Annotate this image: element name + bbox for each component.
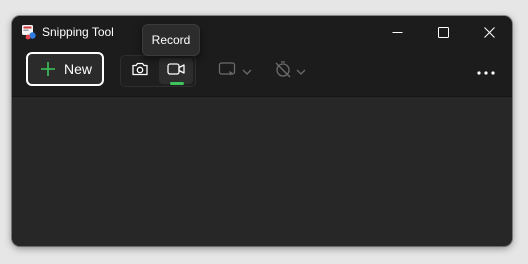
title-bar[interactable]: Snipping Tool bbox=[12, 16, 512, 48]
new-button-label: New bbox=[64, 61, 93, 77]
chevron-down-icon bbox=[242, 62, 252, 80]
video-camera-icon bbox=[167, 62, 185, 81]
capture-mode-toggle bbox=[120, 55, 196, 87]
more-options-icon bbox=[477, 62, 495, 80]
screenshot-mode-button[interactable] bbox=[123, 58, 157, 84]
maximize-button[interactable] bbox=[420, 16, 466, 48]
plus-icon bbox=[40, 61, 56, 77]
record-mode-button[interactable] bbox=[159, 58, 193, 85]
close-icon bbox=[483, 26, 495, 38]
close-button[interactable] bbox=[466, 16, 512, 48]
minimize-button[interactable] bbox=[374, 16, 420, 48]
delay-dropdown[interactable] bbox=[274, 56, 306, 86]
app-title: Snipping Tool bbox=[42, 25, 114, 39]
active-mode-indicator bbox=[170, 82, 184, 85]
snipping-area-dropdown[interactable] bbox=[218, 56, 252, 86]
snip-content-area bbox=[12, 97, 512, 246]
snipping-tool-icon bbox=[20, 23, 38, 41]
snipping-tool-window: Snipping Tool Record New bbox=[12, 16, 512, 246]
record-tooltip: Record bbox=[142, 24, 200, 56]
more-options-button[interactable] bbox=[470, 56, 502, 86]
minimize-icon bbox=[392, 27, 403, 38]
camera-icon bbox=[131, 61, 149, 82]
maximize-icon bbox=[437, 26, 449, 38]
no-timer-icon bbox=[274, 60, 292, 83]
chevron-down-icon bbox=[296, 62, 306, 80]
new-snip-button[interactable]: New bbox=[26, 52, 104, 86]
rectangle-snip-icon bbox=[218, 61, 238, 82]
